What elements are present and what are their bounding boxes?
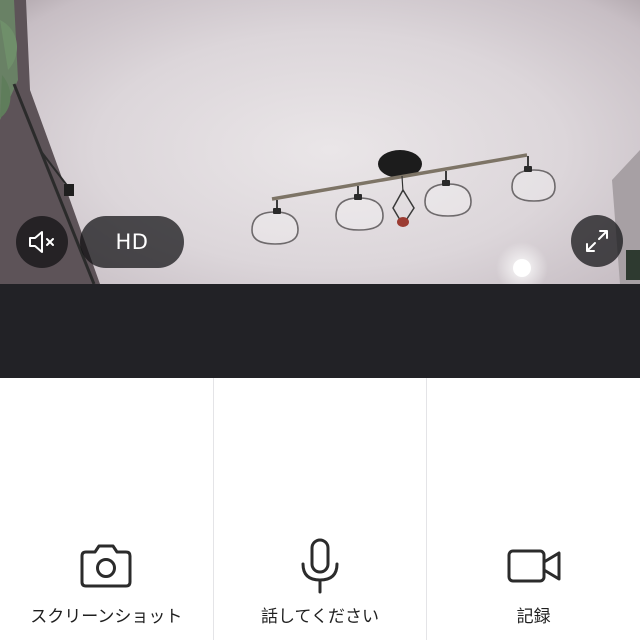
video-camera-icon [507, 549, 561, 583]
video-quality-button[interactable]: HD [80, 216, 184, 268]
live-video-feed: HD [0, 0, 640, 284]
speaker-muted-icon [29, 231, 54, 253]
mute-toggle-button[interactable] [16, 216, 68, 268]
screenshot-button[interactable]: スクリーンショット [0, 378, 213, 640]
talk-label: 話してください [261, 607, 379, 627]
record-button[interactable]: 記録 [426, 378, 640, 640]
video-bottom-band [0, 284, 640, 378]
talk-button[interactable]: 話してください [212, 378, 427, 640]
record-label: 記録 [516, 607, 551, 627]
fullscreen-expand-icon [586, 230, 608, 252]
camera-actions-panel: スクリーンショット 話してください 記録 [0, 378, 640, 640]
microphone-icon [301, 538, 339, 594]
fullscreen-button[interactable] [571, 215, 623, 267]
video-quality-label: HD [115, 230, 149, 254]
camera-icon [80, 544, 132, 588]
screenshot-label: スクリーンショット [30, 607, 183, 627]
